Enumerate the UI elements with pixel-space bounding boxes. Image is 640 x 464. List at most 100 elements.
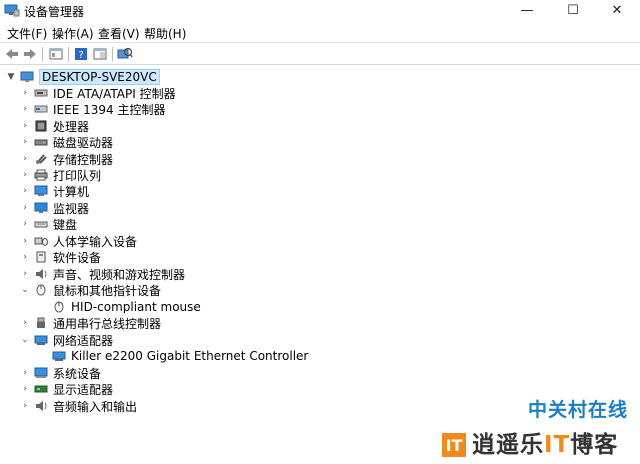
tree-category[interactable]: › 通用串行总线控制器 <box>20 315 161 331</box>
title-bar: 设备管理器 — ☐ ✕ <box>0 0 640 20</box>
expand-caret-icon[interactable]: › <box>20 368 30 378</box>
menu-bar: 文件(F) 操作(A) 查看(V) 帮助(H) <box>0 22 640 42</box>
hid-icon <box>34 235 48 247</box>
properties-icon[interactable] <box>48 46 64 62</box>
tree-category[interactable]: › 存储控制器 <box>20 151 113 167</box>
expand-caret-icon[interactable]: › <box>20 121 30 131</box>
category-label: 软件设备 <box>53 250 102 265</box>
tree-device[interactable]: Killer e2200 Gigabit Ethernet Controller <box>52 348 308 364</box>
tree-category[interactable]: › IEEE 1394 主控制器 <box>20 101 165 117</box>
watermark-part-a: 逍遥乐 <box>472 432 544 458</box>
category-label: 网络适配器 <box>53 333 114 348</box>
panel-icon[interactable] <box>92 46 108 62</box>
computer-icon <box>34 185 48 197</box>
category-label: IDE ATA/ATAPI 控制器 <box>53 86 176 101</box>
category-label: 计算机 <box>53 184 90 199</box>
expand-caret-icon[interactable]: › <box>20 252 30 262</box>
tree-category[interactable]: › 打印队列 <box>20 167 101 183</box>
tree-category[interactable]: › 计算机 <box>20 183 89 199</box>
audio-io-icon <box>34 400 48 412</box>
forward-arrow-icon[interactable] <box>22 46 38 62</box>
expand-caret-icon[interactable]: › <box>20 401 30 411</box>
minimize-button[interactable]: — <box>504 0 550 20</box>
watermark-part-b: IT <box>544 432 571 458</box>
tree-category[interactable]: › 监视器 <box>20 200 89 216</box>
expand-caret-icon[interactable]: › <box>20 104 30 114</box>
tree-category[interactable]: › 磁盘驱动器 <box>20 134 113 150</box>
expand-caret-icon[interactable]: › <box>20 203 30 213</box>
tree-category[interactable]: › 软件设备 <box>20 249 101 265</box>
tree-category[interactable]: › 声音、视频和游戏控制器 <box>20 266 185 282</box>
tree-category[interactable]: › 键盘 <box>20 216 77 232</box>
storage-controller-icon <box>34 153 48 165</box>
collapse-caret-icon[interactable]: ⌄ <box>20 335 30 345</box>
menu-action[interactable]: 操作(A) <box>52 25 94 42</box>
expand-caret-icon[interactable]: › <box>20 186 30 196</box>
expand-caret-icon[interactable]: › <box>20 88 30 98</box>
menu-view[interactable]: 查看(V) <box>98 25 140 42</box>
menu-file[interactable]: 文件(F) <box>7 25 47 42</box>
network-adapter-icon <box>52 350 66 362</box>
watermark-line2: 逍遥乐IT博客 <box>472 425 618 459</box>
processor-icon <box>34 120 48 132</box>
tree-category-expanded[interactable]: ⌄ 鼠标和其他指针设备 <box>20 282 161 298</box>
watermark-part-c: 博客 <box>570 432 619 458</box>
device-label: HID-compliant mouse <box>71 300 201 314</box>
root-label: DESKTOP-SVE20VC <box>39 69 160 85</box>
device-label: Killer e2200 Gigabit Ethernet Controller <box>71 349 309 363</box>
close-button[interactable]: ✕ <box>594 0 640 20</box>
collapse-caret-icon[interactable]: ▼ <box>6 72 16 82</box>
expand-caret-icon[interactable]: › <box>20 318 30 328</box>
tree-category[interactable]: › 人体学输入设备 <box>20 233 137 249</box>
tree-category[interactable]: › IDE ATA/ATAPI 控制器 <box>20 85 176 101</box>
collapse-caret-icon[interactable]: ⌄ <box>20 285 30 295</box>
tree-category[interactable]: › 处理器 <box>20 118 89 134</box>
tree-root[interactable]: ▼ DESKTOP-SVE20VC <box>6 69 160 85</box>
monitor-icon <box>34 202 48 214</box>
tree-category[interactable]: › 显示适配器 <box>20 381 113 397</box>
category-label: 键盘 <box>53 217 78 232</box>
ide-controller-icon <box>34 87 48 99</box>
svg-text:?: ? <box>78 50 83 61</box>
software-device-icon <box>34 251 48 263</box>
tree-category[interactable]: › 音频输入和输出 <box>20 398 137 414</box>
keyboard-icon <box>34 218 48 230</box>
expand-caret-icon[interactable]: › <box>20 137 30 147</box>
mouse-icon <box>34 284 48 296</box>
sound-icon <box>34 268 48 280</box>
tree-category[interactable]: › 系统设备 <box>20 365 101 381</box>
toolbar-separator <box>68 47 69 61</box>
category-label: 声音、视频和游戏控制器 <box>53 267 186 282</box>
display-adapter-icon <box>34 383 48 395</box>
category-label: 处理器 <box>53 119 90 134</box>
menu-help[interactable]: 帮助(H) <box>144 25 186 42</box>
system-device-icon <box>34 367 48 379</box>
window-title: 设备管理器 <box>24 5 85 19</box>
expand-caret-icon[interactable]: › <box>20 269 30 279</box>
disk-drive-icon <box>34 136 48 148</box>
tree-device[interactable]: HID-compliant mouse <box>52 299 201 315</box>
network-adapter-icon <box>34 334 48 346</box>
help-icon[interactable]: ? <box>73 46 89 62</box>
maximize-button[interactable]: ☐ <box>550 0 596 20</box>
scan-hardware-icon[interactable] <box>117 46 133 62</box>
usb-icon <box>34 317 48 329</box>
category-label: 显示适配器 <box>53 382 114 397</box>
expand-caret-icon[interactable]: › <box>20 219 30 229</box>
tree-category-expanded[interactable]: ⌄ 网络适配器 <box>20 332 113 348</box>
device-manager-icon <box>4 3 20 17</box>
watermark-line1: 中关村在线 <box>527 399 628 421</box>
expand-caret-icon[interactable]: › <box>20 170 30 180</box>
watermark-logo: IT <box>442 433 466 457</box>
category-label: 打印队列 <box>53 168 102 183</box>
expand-caret-icon[interactable]: › <box>20 154 30 164</box>
category-label: 音频输入和输出 <box>53 399 138 414</box>
watermark: 中关村在线 IT 逍遥乐IT博客 <box>442 395 632 459</box>
expand-caret-icon[interactable]: › <box>20 384 30 394</box>
back-arrow-icon[interactable] <box>4 46 20 62</box>
expand-caret-icon[interactable]: › <box>20 236 30 246</box>
computer-icon <box>20 71 34 83</box>
category-label: 鼠标和其他指针设备 <box>53 283 162 298</box>
printer-icon <box>34 169 48 181</box>
toolbar-separator <box>112 47 113 61</box>
